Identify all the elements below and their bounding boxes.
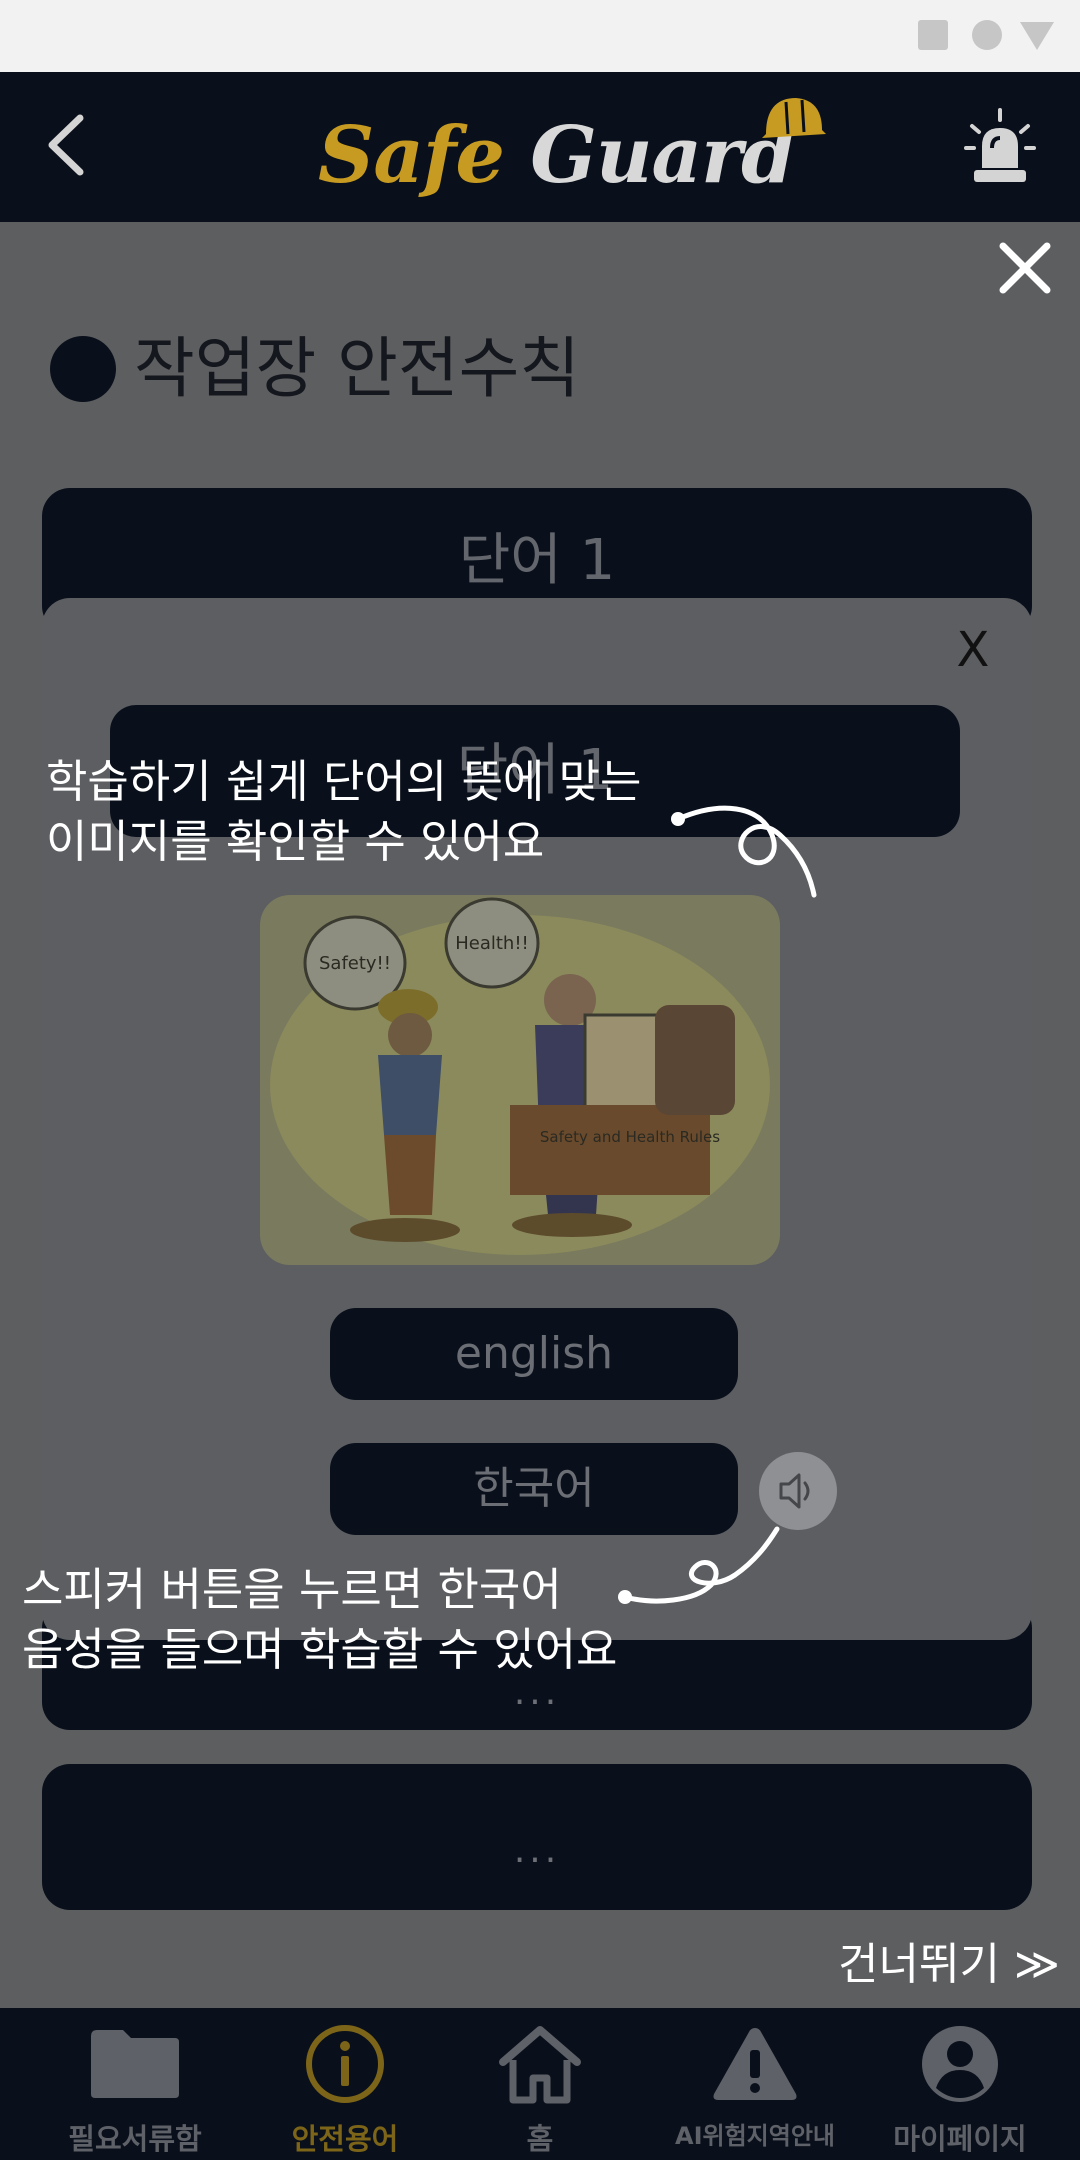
overlay-close-button[interactable] [995, 238, 1055, 298]
english-button-label: english [454, 1328, 614, 1379]
user-icon [922, 2026, 998, 2102]
recent-apps-icon [918, 20, 948, 50]
close-icon [999, 242, 1051, 294]
nav-item-documents[interactable]: 필요서류함 [40, 2008, 230, 2160]
nav-label-my-page: 마이페이지 [893, 2122, 1027, 2156]
title-bullet [50, 336, 116, 402]
bubble-text-safety: Safety!! [319, 953, 391, 974]
nav-label-safety-terms: 안전용어 [291, 2122, 399, 2156]
info-icon [306, 2025, 384, 2103]
logo-text-safe: Safe [318, 110, 505, 201]
word-illustration: Safety!! Health!! Safety and Health Rule… [260, 895, 780, 1265]
nav-item-my-page[interactable]: 마이페이지 [860, 2008, 1060, 2160]
korean-button[interactable]: 한국어 [330, 1443, 738, 1535]
nav-label-home: 홈 [526, 2122, 554, 2156]
skip-tutorial-button[interactable]: 건너뛰기 ≫ [838, 1928, 1060, 1992]
hint-bottom-line1: 스피커 버튼을 누르면 한국어 [22, 1563, 562, 1616]
hard-hat-icon [762, 98, 826, 138]
siren-icon [964, 108, 1036, 182]
modal-close-button[interactable]: X [948, 620, 998, 680]
page-title: 작업장 안전수칙 [134, 330, 581, 407]
speaker-icon [779, 1473, 810, 1509]
hint-bottom-arrow [618, 1526, 780, 1604]
hint-top-arrow [671, 805, 817, 898]
home-icon [499, 2026, 581, 2104]
nav-item-ai-hazard[interactable]: AI위험지역안내 [650, 2008, 860, 2160]
hint-bottom-line2: 음성을 들으며 학습할 수 있어요 [22, 1623, 618, 1676]
nav-item-safety-terms[interactable]: 안전용어 [250, 2008, 440, 2160]
english-button[interactable]: english [330, 1308, 738, 1400]
alarm-button[interactable] [964, 108, 1036, 188]
back-button[interactable] [40, 110, 100, 180]
hint-top-line1: 학습하기 쉽게 단어의 뜻에 맞는 [46, 755, 642, 808]
nav-item-home[interactable]: 홈 [445, 2008, 635, 2160]
folder-icon [91, 2030, 179, 2098]
hint-speaker-tooltip: 스피커 버튼을 누르면 한국어 음성을 들으며 학습할 수 있어요 [22, 1560, 617, 1680]
back-triangle-icon [1020, 22, 1054, 50]
word-card-label: ... [513, 1830, 561, 1871]
warning-icon [713, 2028, 797, 2100]
bottom-navigation: 필요서류함 안전용어 홈 AI위험지역안내 마이페이지 [0, 2008, 1080, 2160]
hint-image-tooltip: 학습하기 쉽게 단어의 뜻에 맞는 이미지를 확인할 수 있어요 [46, 752, 641, 872]
logo-text-guard: Guard [530, 110, 795, 201]
hint-top-line2: 이미지를 확인할 수 있어요 [46, 815, 545, 868]
nav-label-documents: 필요서류함 [68, 2122, 202, 2156]
illustration-caption: Safety and Health Rules [540, 1128, 720, 1146]
word-card-3[interactable]: ... [42, 1764, 1032, 1910]
chevron-left-icon [48, 114, 84, 176]
bubble-text-health: Health!! [455, 933, 529, 954]
speaker-button[interactable] [759, 1452, 837, 1530]
app-logo: Safe Guard [318, 92, 828, 202]
home-circle-icon [972, 20, 1002, 50]
nav-label-ai-hazard: AI위험지역안내 [675, 2122, 835, 2150]
korean-button-label: 한국어 [473, 1463, 595, 1514]
